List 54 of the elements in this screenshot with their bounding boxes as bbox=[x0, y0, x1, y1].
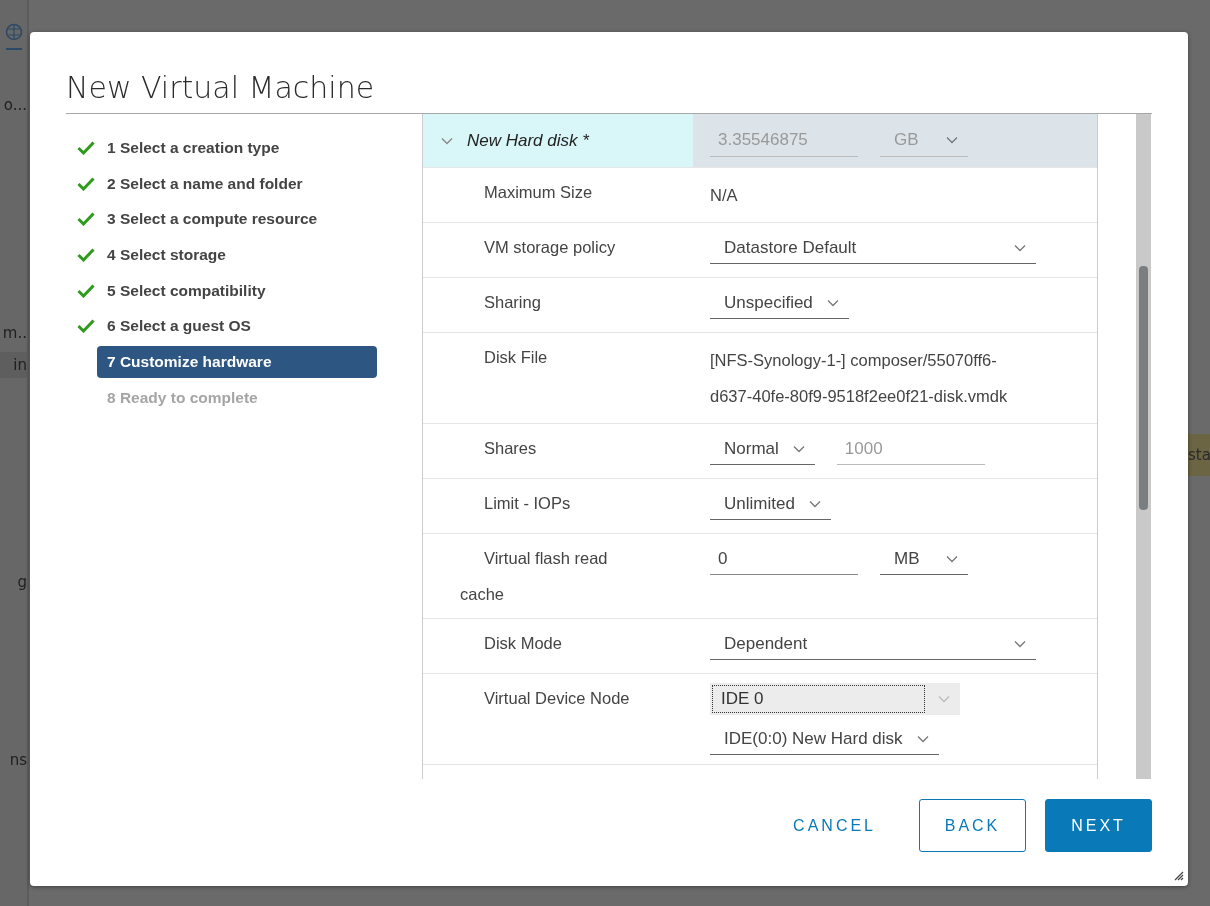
dropdown[interactable]: IDE(0:0) New Hard disk bbox=[710, 723, 939, 755]
field-value: [NFS-Synology-1-] composer/55070ff6-d637-40fe-80f9-9518f2ee0f21-disk.vmdk bbox=[710, 350, 1009, 407]
chevron-down-icon bbox=[792, 444, 805, 453]
dropdown[interactable]: Normal bbox=[710, 433, 815, 465]
dropdown[interactable]: Unlimited bbox=[710, 488, 831, 520]
chevron-down-icon bbox=[1014, 243, 1026, 252]
chevron-down-icon bbox=[808, 499, 821, 508]
field-label: Limit - IOPs bbox=[483, 493, 572, 514]
background-text: in bbox=[0, 352, 27, 378]
chevron-down-icon bbox=[946, 136, 958, 144]
background-text: ns bbox=[9, 751, 27, 769]
field-label: VM storage policy bbox=[483, 237, 617, 258]
field-label: Maximum Size bbox=[483, 182, 594, 203]
field-label: Disk File bbox=[483, 347, 549, 368]
dialog-button[interactable]: NEXT bbox=[1045, 799, 1152, 852]
dropdown[interactable]: Datastore Default bbox=[710, 232, 1036, 264]
wizard-step: 8 Ready to complete bbox=[97, 381, 268, 414]
chevron-down-icon bbox=[826, 298, 839, 307]
dialog-title: New Virtual Machine bbox=[66, 69, 376, 107]
dropdown[interactable]: Unspecified bbox=[710, 287, 849, 319]
dialog-button[interactable]: BACK bbox=[919, 799, 1026, 852]
dropdown[interactable]: IDE 0 bbox=[710, 683, 960, 715]
dialog-button[interactable]: CANCEL bbox=[769, 799, 900, 852]
field-value: N/A bbox=[710, 185, 739, 206]
scrollbar-thumb[interactable] bbox=[1139, 266, 1148, 510]
device-title: New Hard disk * bbox=[467, 130, 589, 151]
input-field[interactable]: 0 bbox=[710, 543, 858, 575]
dropdown[interactable]: Dependent bbox=[710, 628, 1036, 660]
chevron-down-icon bbox=[1014, 639, 1026, 648]
chevron-down-icon bbox=[916, 734, 929, 743]
dropdown[interactable]: MB bbox=[880, 543, 968, 575]
device-header[interactable]: New Hard disk * bbox=[423, 114, 693, 167]
chevron-down-icon bbox=[441, 136, 453, 145]
wizard-step[interactable]: 6 Select a guest OS bbox=[97, 310, 261, 343]
background-label: sta bbox=[1188, 434, 1210, 476]
field-label: Virtual Device Node bbox=[483, 688, 631, 709]
background-text: m.. bbox=[2, 324, 27, 342]
scrollbar[interactable] bbox=[1136, 114, 1151, 779]
background-text: o... bbox=[3, 96, 27, 114]
field-label: Virtual flash read cache bbox=[459, 548, 609, 605]
background-text: g bbox=[17, 573, 27, 591]
resize-grip-icon[interactable] bbox=[1174, 871, 1184, 881]
wizard-step[interactable]: 1 Select a creation type bbox=[97, 131, 290, 164]
globe-icon[interactable] bbox=[5, 22, 23, 52]
chevron-down-icon bbox=[938, 695, 950, 703]
field-label: Sharing bbox=[483, 292, 542, 313]
wizard-step[interactable]: 5 Select compatibility bbox=[97, 274, 276, 307]
wizard-step[interactable]: 3 Select a compute resource bbox=[97, 203, 328, 236]
wizard-step[interactable]: 7 Customize hardware bbox=[97, 345, 377, 378]
wizard-step[interactable]: 4 Select storage bbox=[97, 238, 236, 271]
field-label: Disk Mode bbox=[483, 633, 563, 654]
field-label: Shares bbox=[483, 438, 538, 459]
chevron-down-icon bbox=[946, 554, 958, 563]
wizard-step[interactable]: 2 Select a name and folder bbox=[97, 167, 313, 200]
